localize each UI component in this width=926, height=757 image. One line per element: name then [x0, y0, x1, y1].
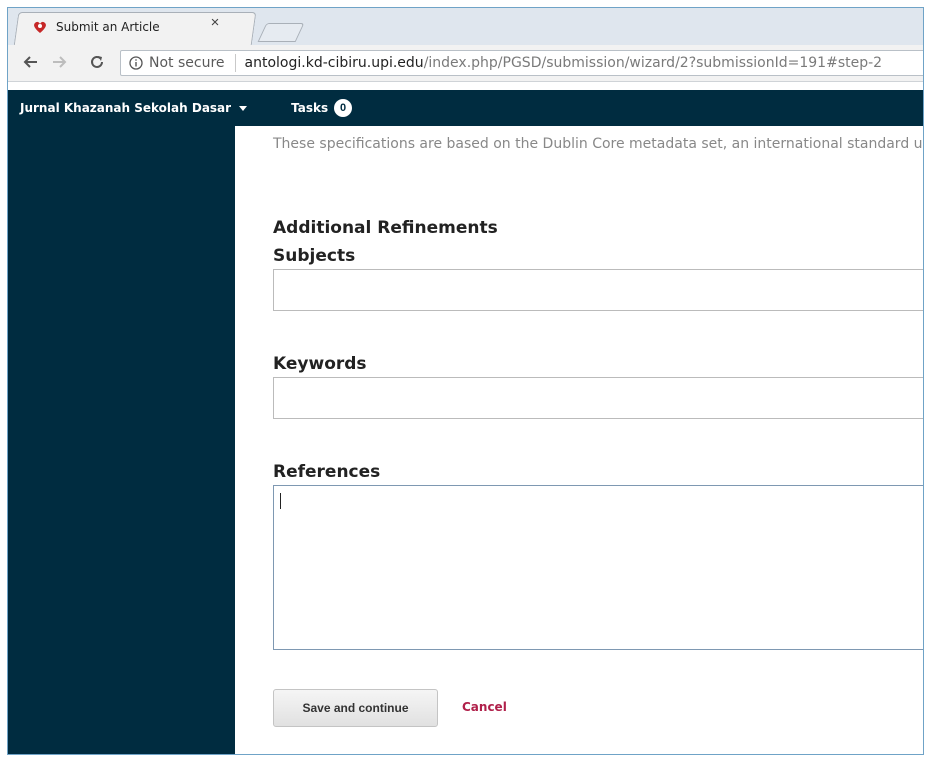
sidebar — [8, 126, 235, 754]
keywords-label: Keywords — [273, 354, 367, 374]
arrow-right-icon — [53, 56, 67, 68]
tab-strip: Submit an Article × — [8, 8, 923, 46]
save-and-continue-button[interactable]: Save and continue — [273, 689, 438, 727]
text-cursor — [280, 493, 281, 509]
references-label: References — [273, 462, 381, 482]
url-text[interactable]: antologi.kd-cibiru.upi.edu/index.php/PGS… — [245, 55, 883, 71]
cancel-link[interactable]: Cancel — [462, 700, 507, 714]
caret-down-icon[interactable] — [239, 105, 248, 111]
tasks-count-badge[interactable]: 0 — [334, 99, 353, 117]
reload-button[interactable] — [86, 51, 108, 73]
browser-toolbar: Not secure antologi.kd-cibiru.upi.edu/in… — [8, 45, 923, 82]
arrow-left-icon — [23, 56, 37, 68]
new-tab-button[interactable] — [257, 23, 305, 42]
omnibox-divider — [234, 54, 236, 72]
url-host: antologi.kd-cibiru.upi.edu — [244, 55, 424, 71]
main-content: These specifications are based on the Du… — [235, 126, 923, 754]
url-path: /index.php/PGSD/submission/wizard/2?subm… — [423, 55, 883, 71]
info-icon[interactable] — [129, 56, 143, 70]
browser-window: Submit an Article × Not secure antologi.… — [7, 7, 924, 755]
tab-title: Submit an Article — [56, 20, 160, 34]
subjects-input[interactable] — [273, 269, 923, 311]
reload-icon — [91, 55, 103, 68]
metadata-intro-text: These specifications are based on the Du… — [273, 136, 923, 152]
ojs-favicon-icon — [34, 21, 46, 33]
address-bar[interactable]: Not secure antologi.kd-cibiru.upi.edu/in… — [120, 50, 923, 76]
tasks-link[interactable]: Tasks — [291, 101, 328, 115]
keywords-input[interactable] — [273, 377, 923, 419]
forward-button[interactable] — [48, 51, 70, 73]
security-label[interactable]: Not secure — [149, 55, 225, 71]
tab-close-icon[interactable]: × — [206, 14, 224, 32]
subjects-label: Subjects — [273, 246, 356, 266]
section-heading: Additional Refinements — [273, 218, 498, 238]
references-textarea[interactable] — [273, 485, 923, 650]
back-button[interactable] — [20, 51, 42, 73]
app-header: Jurnal Khazanah Sekolah Dasar Tasks 0 — [8, 90, 923, 126]
journal-switcher[interactable]: Jurnal Khazanah Sekolah Dasar — [20, 101, 231, 115]
